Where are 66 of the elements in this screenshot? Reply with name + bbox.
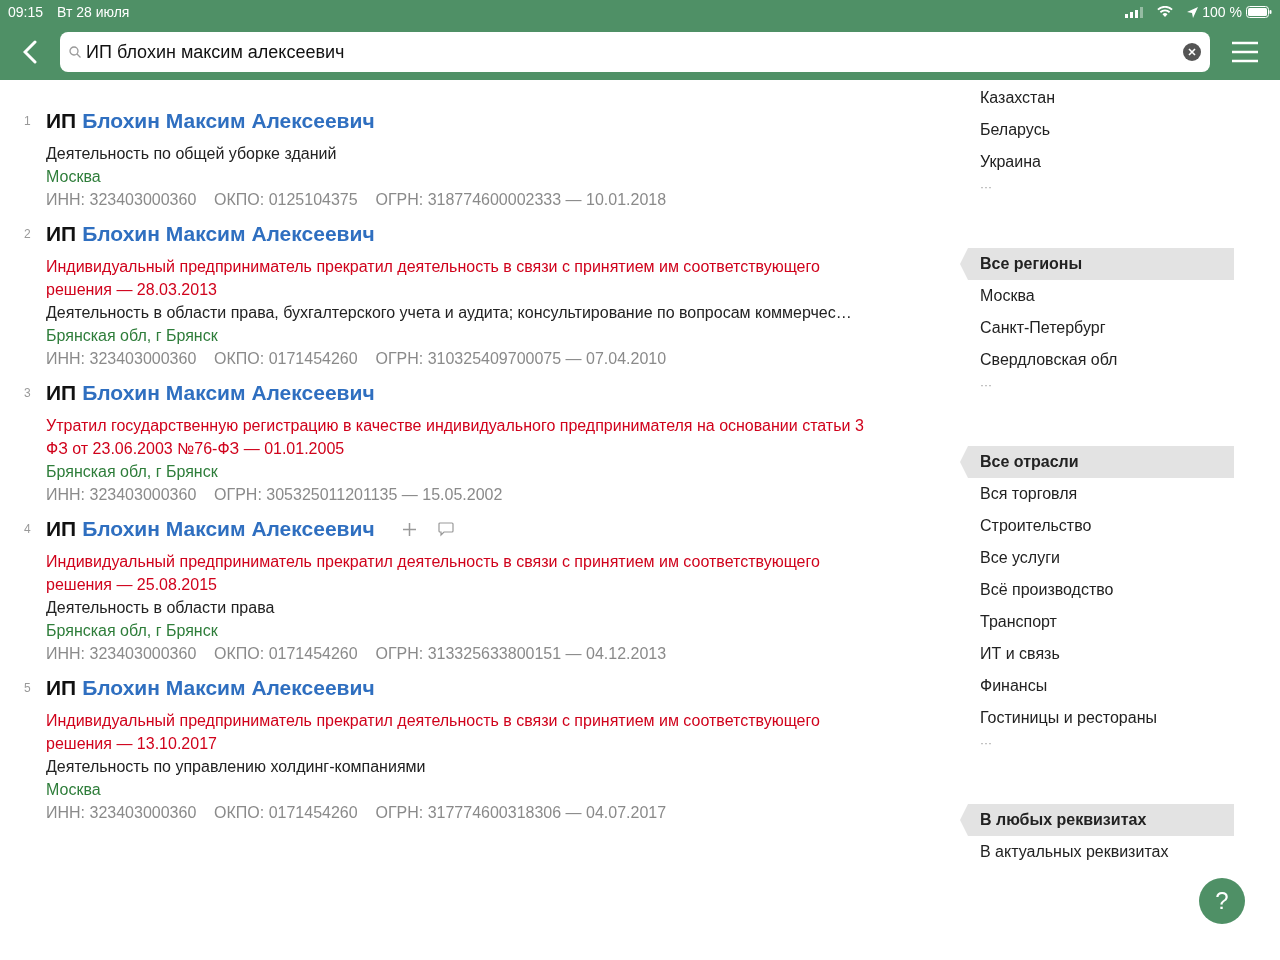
menu-icon <box>1231 41 1259 63</box>
registry-numbers: ИНН: 323403000360 ОКПО: 0171454260 ОГРН: 317774600318306 — 04.07.2017 <box>46 803 668 823</box>
filter-item[interactable]: Украина <box>960 146 1234 178</box>
filter-item[interactable]: Беларусь <box>960 114 1234 146</box>
battery-percent: 100 % <box>1202 2 1242 22</box>
status-text: Индивидуальный предприниматель прекратил деятельность в связи с принятием им соответствующего решения — 13.10.2017 <box>46 711 821 754</box>
activity-text: Деятельность в области права, бухгалтерского учета и аудита; консультирование по вопросам коммерчес… <box>46 303 853 323</box>
search-icon <box>69 46 81 58</box>
filter-item[interactable]: Финансы <box>960 670 1234 702</box>
status-text: Утратил государственную регистрацию в качестве индивидуального предпринимателя на основании статьи 3 ФЗ от 23.06.2003 №76-ФЗ — 01.01.2005 <box>46 416 865 459</box>
search-field[interactable]: ИП блохин максим алексеевич <box>60 32 1210 72</box>
filter-item[interactable]: Всё производство <box>960 574 1234 606</box>
location-text: Москва <box>46 780 102 800</box>
filter-item[interactable]: Санкт-Петербург <box>960 312 1234 344</box>
entity-type: ИП <box>46 221 77 248</box>
company-link[interactable]: Блохин Максим Алексеевич <box>82 377 375 409</box>
comment-icon[interactable] <box>437 521 454 537</box>
chevron-left-icon <box>23 40 37 64</box>
company-link[interactable]: Блохин Максим Алексеевич <box>82 513 375 545</box>
filter-item[interactable]: Строительство <box>960 510 1234 542</box>
status-date: Вт 28 июля <box>57 2 130 22</box>
result-number: 1 <box>23 113 32 130</box>
registry-numbers: ИНН: 323403000360 ОКПО: 0171454260 ОГРН: 313325633800151 — 04.12.2013 <box>46 644 668 664</box>
company-link[interactable]: Блохин Максим Алексеевич <box>82 105 375 137</box>
registry-numbers: ИНН: 323403000360 ОГРН: 305325011201135 — 15.05.2002 <box>46 485 504 505</box>
result-number: 2 <box>23 226 32 243</box>
location-text: Брянская обл, г Брянск <box>46 621 219 641</box>
entity-type: ИП <box>46 380 77 407</box>
result-number: 3 <box>23 385 32 402</box>
activity-text: Деятельность по управлению холдинг-компаниями <box>46 757 427 777</box>
result-number: 5 <box>23 680 32 697</box>
filter-item[interactable]: В актуальных реквизитах <box>960 836 1234 868</box>
filter-item[interactable]: Казахстан <box>960 82 1234 114</box>
filter-item[interactable]: Свердловская обл <box>960 344 1234 376</box>
company-link[interactable]: Блохин Максим Алексеевич <box>82 218 375 250</box>
registry-numbers: ИНН: 323403000360 ОКПО: 0171454260 ОГРН: 310325409700075 — 07.04.2010 <box>46 349 668 369</box>
signal-icon <box>1125 6 1144 18</box>
filter-item[interactable]: Все услуги <box>960 542 1234 574</box>
registry-numbers: ИНН: 323403000360 ОКПО: 0125104375 ОГРН: 318774600002333 — 10.01.2018 <box>46 190 668 210</box>
status-text: Индивидуальный предприниматель прекратил деятельность в связи с принятием им соответствующего решения — 28.03.2013 <box>46 257 821 300</box>
filter-item[interactable]: Все отрасли <box>960 446 1234 478</box>
result-number: 4 <box>23 521 32 538</box>
entity-type: ИП <box>46 516 77 543</box>
activity-text: Деятельность в области права <box>46 598 276 618</box>
close-icon <box>1188 48 1196 56</box>
company-link[interactable]: Блохин Максим Алексеевич <box>82 672 375 704</box>
entity-type: ИП <box>46 108 77 135</box>
filter-item[interactable]: ИТ и связь <box>960 638 1234 670</box>
filter-item[interactable]: Гостиницы и рестораны <box>960 702 1234 734</box>
wifi-icon <box>1157 6 1174 18</box>
filter-item[interactable]: Москва <box>960 280 1234 312</box>
battery-icon <box>1246 6 1272 18</box>
location-arrow-icon <box>1187 6 1199 18</box>
filter-item[interactable]: Все регионы <box>960 248 1234 280</box>
add-icon[interactable] <box>402 522 416 536</box>
filter-item[interactable]: В любых реквизитах <box>960 804 1234 836</box>
activity-text: Деятельность по общей уборке зданий <box>46 144 338 164</box>
status-time: 09:15 <box>8 2 44 22</box>
filter-item[interactable]: Транспорт <box>960 606 1234 638</box>
location-text: Москва <box>46 167 102 187</box>
help-button[interactable]: ? <box>1199 878 1245 924</box>
location-text: Брянская обл, г Брянск <box>46 462 219 482</box>
location-text: Брянская обл, г Брянск <box>46 326 219 346</box>
status-text: Индивидуальный предприниматель прекратил деятельность в связи с принятием им соответствующего решения — 25.08.2015 <box>46 552 821 595</box>
entity-type: ИП <box>46 675 77 702</box>
filter-item[interactable]: Вся торговля <box>960 478 1234 510</box>
